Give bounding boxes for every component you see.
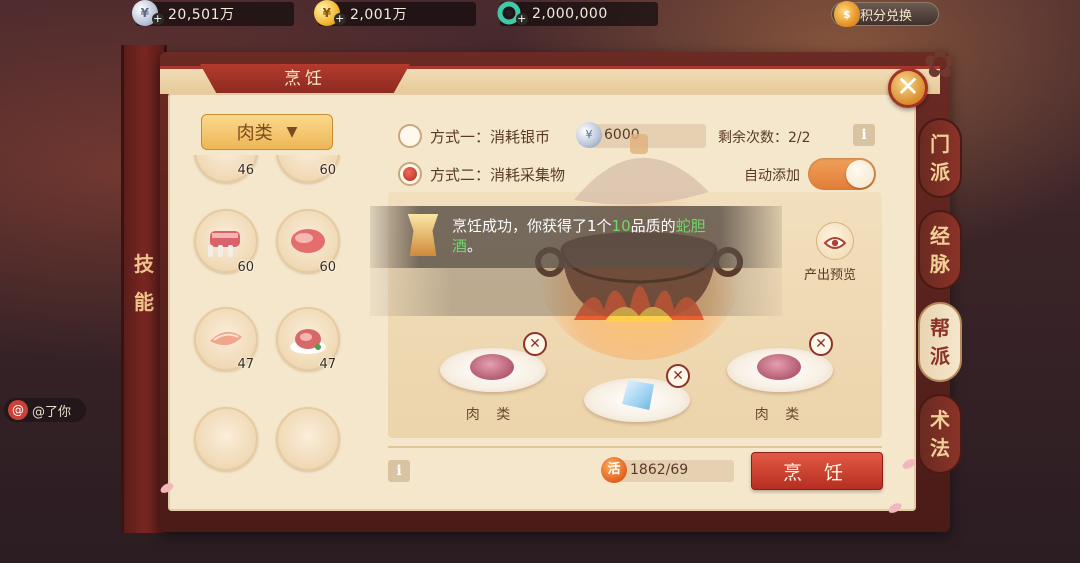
remove-ingredient-button[interactable]: ✕ xyxy=(523,332,547,356)
points-exchange-label: 积分兑换 xyxy=(860,8,913,24)
ingredient-count: 60 xyxy=(319,260,336,275)
remove-ingredient-button[interactable]: ✕ xyxy=(666,364,690,388)
cook-button-label: 烹 饪 xyxy=(782,461,852,484)
plate-label: 肉 类 xyxy=(754,407,806,423)
divider xyxy=(388,446,882,448)
ingredient-category-label: 肉类 xyxy=(236,123,273,144)
tab-guild[interactable]: 帮派 xyxy=(918,302,962,382)
ingredient-count: 60 xyxy=(319,163,336,178)
meat-icon xyxy=(470,354,514,380)
add-jade-button[interactable]: + xyxy=(516,13,528,25)
output-preview-label: 产出预览 xyxy=(804,268,857,283)
method2-radio[interactable] xyxy=(398,162,422,186)
ice-icon xyxy=(622,380,654,410)
remove-ingredient-button[interactable]: ✕ xyxy=(809,332,833,356)
meat-icon xyxy=(757,354,801,380)
mention-icon: @ xyxy=(8,400,28,420)
ingredient-count: 47 xyxy=(319,357,336,372)
info-icon[interactable]: i xyxy=(853,124,875,146)
tab-spells[interactable]: 术法 xyxy=(918,394,962,474)
output-preview-button[interactable] xyxy=(816,222,854,260)
method1-label: 方式一：消耗银币 xyxy=(430,128,551,146)
points-exchange-button[interactable]: $ 积分兑换 xyxy=(831,1,939,27)
skills-scroll-label: 技能 xyxy=(134,252,154,314)
jade-currency: + 2,000,000 xyxy=(497,1,658,26)
tab-meridian[interactable]: 经脉 xyxy=(918,210,962,290)
ingredient-slot-empty[interactable] xyxy=(194,407,258,471)
close-button[interactable]: ✕ xyxy=(888,68,928,108)
tab-sect-label: 门派 xyxy=(930,132,950,184)
method1-radio[interactable] xyxy=(398,124,422,148)
ingredient-count: 47 xyxy=(237,357,254,372)
auto-add-toggle[interactable] xyxy=(808,158,876,190)
energy-value: 1862/69 xyxy=(630,462,689,478)
tab-guild-label: 帮派 xyxy=(930,316,950,368)
add-gold-button[interactable]: + xyxy=(334,13,346,25)
tab-spells-label: 术法 xyxy=(930,408,950,460)
plate-label: 肉 类 xyxy=(465,407,517,423)
chevron-down-icon: ▼ xyxy=(286,124,298,140)
fish-fillet-icon xyxy=(210,331,242,346)
toggle-knob xyxy=(846,160,874,188)
steak-icon xyxy=(291,229,325,253)
cook-button[interactable]: 烹 饪 xyxy=(751,452,883,490)
tab-meridian-label: 经脉 xyxy=(930,224,950,276)
panel-title: 烹饪 xyxy=(200,64,410,94)
ingredient-count: 46 xyxy=(237,163,254,178)
ingredient-slot-empty[interactable] xyxy=(276,407,340,471)
tab-sect[interactable]: 门派 xyxy=(918,118,962,198)
energy-icon: 活 xyxy=(601,457,627,483)
ingredient-list[interactable]: 46 60 60 60 47 47 xyxy=(178,155,358,489)
silver-currency: ¥ + 20,501万 xyxy=(132,0,294,26)
ham-plate-icon xyxy=(290,329,326,354)
info-icon[interactable]: i xyxy=(388,460,410,482)
gold-currency: ¥ + 2,001万 xyxy=(314,0,476,26)
add-silver-button[interactable]: + xyxy=(152,13,164,25)
cooking-success-message: 烹饪成功，你获得了1个10品质的蛇胆 酒。 xyxy=(452,217,706,255)
money-bag-icon: $ xyxy=(834,1,860,27)
toast-backdrop-lower xyxy=(370,268,782,316)
ingredient-count: 60 xyxy=(237,260,254,275)
mention-notification[interactable]: @ @了你 xyxy=(4,398,86,422)
auto-add-label: 自动添加 xyxy=(744,168,800,184)
rib-meat-icon xyxy=(208,231,240,257)
mention-text: @了你 xyxy=(32,404,72,420)
gold-amount: 2,001万 xyxy=(350,7,408,23)
jade-amount: 2,000,000 xyxy=(532,6,608,22)
ingredient-category-dropdown[interactable]: 肉类 ▼ xyxy=(201,114,333,150)
eye-icon xyxy=(823,236,847,249)
silver-amount: 20,501万 xyxy=(168,7,235,23)
